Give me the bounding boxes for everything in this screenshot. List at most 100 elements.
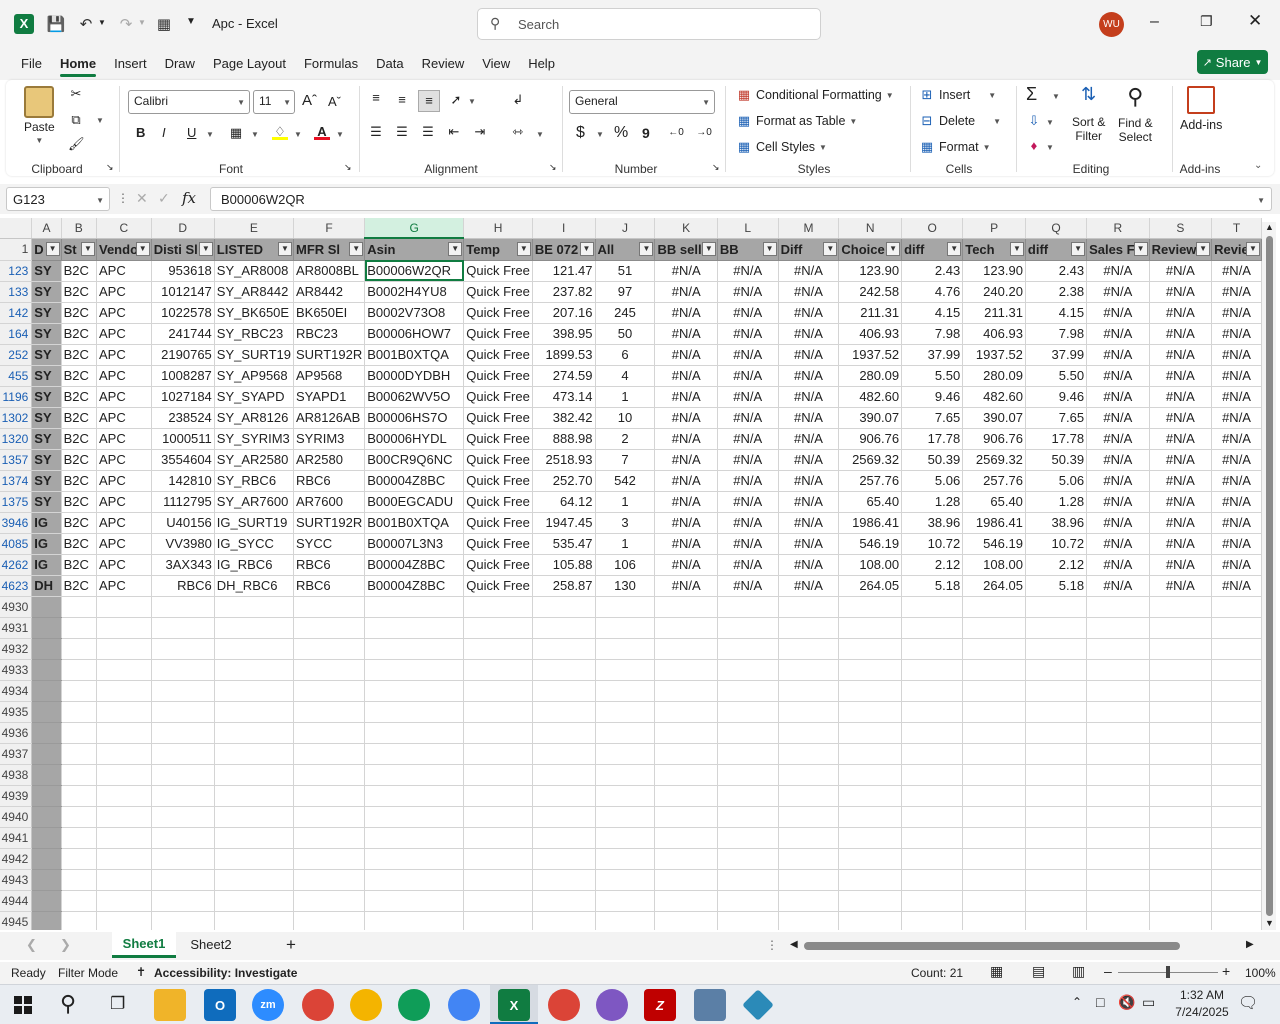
cell[interactable]: #N/A (778, 386, 840, 408)
cell[interactable]: #N/A (1211, 470, 1262, 492)
cell[interactable]: Quick Free (463, 533, 533, 555)
decrease-font-icon[interactable]: Aˇ (328, 94, 341, 109)
cell[interactable]: SY_AR8008 (214, 260, 294, 282)
cell[interactable]: APC (96, 344, 152, 366)
cell[interactable]: 207.16 (532, 302, 596, 324)
cell[interactable]: #N/A (717, 407, 779, 429)
cell[interactable] (838, 743, 903, 765)
number-format-combo[interactable]: General ▼ (569, 90, 715, 114)
cell[interactable]: #N/A (717, 386, 779, 408)
dialog-launcher-icon[interactable]: ↘ (344, 162, 352, 173)
more-options-icon[interactable]: ⋮ (117, 191, 129, 205)
column-header-a[interactable]: A (31, 218, 62, 239)
cell[interactable]: SYRIM3 (293, 428, 366, 450)
cell[interactable] (1149, 722, 1213, 744)
cell[interactable] (31, 890, 62, 912)
cell[interactable]: 1027184 (151, 386, 215, 408)
cell[interactable] (463, 848, 533, 870)
row-number[interactable]: 4945 (0, 911, 33, 930)
cell-styles-button[interactable]: ▦ Cell Styles ▼ (736, 139, 827, 155)
cell[interactable] (293, 890, 366, 912)
filter-dropdown-icon[interactable]: ▼ (81, 241, 95, 256)
cell[interactable] (654, 785, 718, 807)
cell[interactable] (717, 806, 779, 828)
dialog-launcher-icon[interactable]: ↘ (106, 162, 114, 173)
row-number[interactable]: 4930 (0, 596, 33, 618)
filter-dropdown-icon[interactable]: ▼ (45, 241, 60, 256)
cell[interactable]: SY (31, 449, 62, 471)
cell[interactable] (364, 848, 465, 870)
cell[interactable]: 2518.93 (532, 449, 596, 471)
cell[interactable]: 121.47 (532, 260, 596, 282)
cell[interactable] (595, 596, 656, 618)
cell[interactable] (214, 890, 294, 912)
cell[interactable]: B2C (61, 533, 98, 555)
cut-icon[interactable]: ✂ (68, 86, 84, 102)
cell[interactable]: Quick Free (463, 302, 533, 324)
row-number[interactable]: 4085 (0, 533, 33, 555)
cell[interactable] (151, 659, 215, 681)
cell[interactable] (962, 659, 1026, 681)
cell[interactable] (214, 806, 294, 828)
cell[interactable] (1025, 827, 1088, 849)
calculator-icon[interactable]: ▦ (150, 10, 178, 38)
cell[interactable]: #N/A (1211, 386, 1262, 408)
cell[interactable] (96, 659, 152, 681)
cell[interactable] (1086, 848, 1150, 870)
cell[interactable]: 108.00 (838, 554, 903, 576)
font-size-combo[interactable]: 11 ▼ (253, 90, 295, 114)
cell[interactable] (1211, 806, 1262, 828)
cell[interactable] (151, 806, 215, 828)
cell[interactable]: #N/A (1149, 533, 1213, 555)
cell[interactable] (1149, 785, 1213, 807)
filter-dropdown-icon[interactable]: ▼ (1133, 241, 1148, 256)
cell[interactable] (214, 680, 294, 702)
comma-button[interactable]: 9 (642, 125, 650, 141)
cell[interactable]: 390.07 (838, 407, 903, 429)
cell[interactable]: 123.90 (838, 260, 903, 282)
scroll-down-icon[interactable]: ▼ (1265, 918, 1274, 928)
cell[interactable] (61, 890, 98, 912)
cell[interactable]: Quick Free (463, 575, 533, 597)
cell[interactable] (962, 638, 1026, 660)
cell[interactable]: 64.12 (532, 491, 596, 513)
cell[interactable] (717, 638, 779, 660)
cell[interactable] (61, 869, 98, 891)
cell[interactable]: 10.72 (901, 533, 964, 555)
cell[interactable]: #N/A (1086, 533, 1150, 555)
cell[interactable] (717, 911, 779, 930)
cell[interactable] (838, 701, 903, 723)
cell[interactable]: #N/A (1149, 260, 1213, 282)
tab-review[interactable]: Review (413, 48, 474, 80)
filezilla-icon[interactable]: Z (644, 989, 676, 1021)
cell[interactable]: Quick Free (463, 344, 533, 366)
cell[interactable]: IG (31, 554, 62, 576)
cell[interactable] (293, 827, 366, 849)
cell[interactable] (901, 701, 964, 723)
cell[interactable]: B2C (61, 323, 98, 345)
cell[interactable]: SY (31, 344, 62, 366)
cell[interactable] (778, 806, 840, 828)
cell[interactable] (778, 596, 840, 618)
row-number[interactable]: 1357 (0, 449, 33, 471)
cell[interactable]: #N/A (717, 323, 779, 345)
cell[interactable]: #N/A (1149, 512, 1213, 534)
cell[interactable] (31, 680, 62, 702)
cell[interactable] (532, 890, 596, 912)
column-header-j[interactable]: J (595, 218, 656, 239)
cell[interactable] (463, 827, 533, 849)
cell[interactable]: 888.98 (532, 428, 596, 450)
cell[interactable]: B2C (61, 575, 98, 597)
cell[interactable] (901, 890, 964, 912)
cell[interactable] (532, 806, 596, 828)
cell[interactable]: B2C (61, 365, 98, 387)
cell[interactable]: Quick Free (463, 407, 533, 429)
close-button[interactable]: ✕ (1248, 11, 1262, 31)
cell[interactable]: RBC6 (293, 575, 366, 597)
cell[interactable] (31, 785, 62, 807)
cell[interactable] (595, 638, 656, 660)
cell[interactable] (31, 827, 62, 849)
cell[interactable] (654, 827, 718, 849)
cell[interactable]: 274.59 (532, 365, 596, 387)
cell[interactable] (151, 638, 215, 660)
